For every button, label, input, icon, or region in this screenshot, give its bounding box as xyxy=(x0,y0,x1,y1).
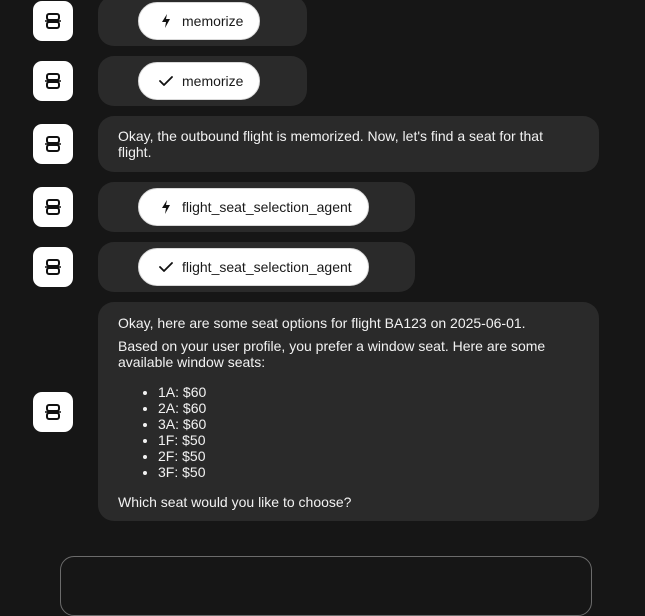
seat-preference-text: Based on your user profile, you prefer a… xyxy=(118,338,546,370)
seat-option: 1F: $50 xyxy=(158,432,579,448)
message-row: Okay, here are some seat options for fli… xyxy=(0,302,645,521)
tool-result-label: flight_seat_selection_agent xyxy=(182,259,352,275)
check-icon xyxy=(159,260,173,274)
tool-call-pill[interactable]: flight_seat_selection_agent xyxy=(138,188,369,226)
seat-list: 1A: $60 2A: $60 3A: $60 1F: $50 2F: $50 … xyxy=(118,384,579,480)
agent-avatar xyxy=(33,392,73,432)
agent-avatar xyxy=(33,124,73,164)
check-icon xyxy=(159,74,173,88)
robot-icon xyxy=(45,404,61,420)
robot-icon xyxy=(45,259,61,275)
tool-result-bubble: flight_seat_selection_agent xyxy=(98,242,415,292)
agent-avatar xyxy=(33,187,73,227)
seat-option: 3A: $60 xyxy=(158,416,579,432)
seat-option: 2A: $60 xyxy=(158,400,579,416)
message-row: Okay, the outbound flight is memorized. … xyxy=(0,116,645,172)
seat-options-intro: Okay, here are some seat options for fli… xyxy=(118,315,526,331)
message-row: memorize xyxy=(0,0,645,46)
agent-avatar xyxy=(33,61,73,101)
message-composer[interactable] xyxy=(60,556,592,616)
agent-avatar xyxy=(33,1,73,41)
tool-call-label: flight_seat_selection_agent xyxy=(182,199,352,215)
message-row: memorize xyxy=(0,56,645,106)
bolt-icon xyxy=(159,14,173,28)
tool-result-bubble: memorize xyxy=(98,56,307,106)
tool-result-pill[interactable]: memorize xyxy=(138,62,261,100)
seat-option: 2F: $50 xyxy=(158,448,579,464)
agent-message-bubble: Okay, the outbound flight is memorized. … xyxy=(98,116,599,172)
robot-icon xyxy=(45,136,61,152)
robot-icon xyxy=(45,199,61,215)
agent-avatar xyxy=(33,247,73,287)
seat-option: 1A: $60 xyxy=(158,384,579,400)
robot-icon xyxy=(45,73,61,89)
robot-icon xyxy=(45,13,61,29)
message-row: flight_seat_selection_agent xyxy=(0,182,645,232)
seat-option: 3F: $50 xyxy=(158,464,579,480)
tool-call-bubble: flight_seat_selection_agent xyxy=(98,182,415,232)
tool-call-pill[interactable]: memorize xyxy=(138,2,261,40)
bolt-icon xyxy=(159,200,173,214)
tool-result-pill[interactable]: flight_seat_selection_agent xyxy=(138,248,369,286)
agent-message-text: Okay, the outbound flight is memorized. … xyxy=(118,128,543,160)
seat-question: Which seat would you like to choose? xyxy=(118,494,352,510)
tool-call-label: memorize xyxy=(182,13,244,29)
message-row: flight_seat_selection_agent xyxy=(0,242,645,292)
agent-message-bubble: Okay, here are some seat options for fli… xyxy=(98,302,599,521)
tool-call-bubble: memorize xyxy=(98,0,307,46)
tool-result-label: memorize xyxy=(182,73,244,89)
